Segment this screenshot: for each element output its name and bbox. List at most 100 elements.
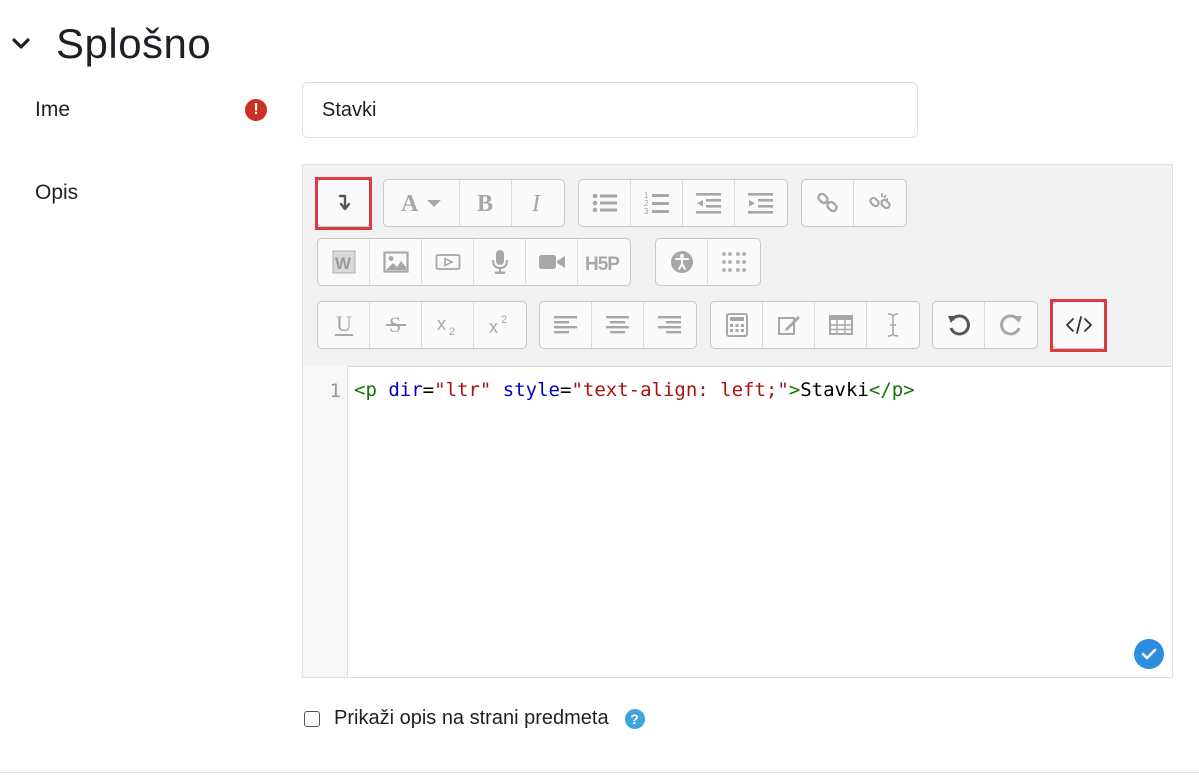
toolbar-group-accessibility	[655, 238, 761, 286]
align-left-button[interactable]	[540, 302, 592, 348]
editor-toolbar: A B I 123 W H5P U S x 2 x 2	[303, 165, 1172, 367]
accessibility-checker-button[interactable]	[656, 239, 708, 285]
align-center-button[interactable]	[592, 302, 644, 348]
ordered-list-icon: 123	[644, 191, 670, 215]
undo-icon	[947, 313, 971, 337]
show-description-label[interactable]: Prikaži opis na strani predmeta	[334, 707, 609, 730]
calculator-icon	[725, 313, 748, 337]
toolbar-group-align	[539, 301, 697, 349]
svg-text:B: B	[477, 191, 493, 216]
redo-button[interactable]	[985, 302, 1037, 348]
align-right-button[interactable]	[644, 302, 696, 348]
edit-button[interactable]	[763, 302, 815, 348]
text-cursor-icon	[886, 312, 900, 338]
description-editor: A B I 123 W H5P U S x 2 x 2 1 <p dir="lt…	[302, 164, 1173, 678]
word-import-button[interactable]: W	[318, 239, 370, 285]
svg-text:x: x	[489, 317, 498, 337]
svg-text:2: 2	[449, 326, 455, 338]
accessibility-icon	[670, 250, 694, 274]
bold-button[interactable]: B	[460, 180, 512, 226]
unordered-list-button[interactable]	[579, 180, 631, 226]
code-line[interactable]: <p dir="ltr" style="text-align: left;">S…	[354, 379, 915, 401]
svg-text:x: x	[437, 314, 446, 334]
section-header[interactable]: Splošno	[8, 14, 211, 74]
italic-icon: I	[530, 190, 546, 216]
code-bracket: >	[788, 379, 801, 401]
h5p-button[interactable]: H5P	[578, 239, 630, 285]
toolbar-group-history	[932, 301, 1038, 349]
superscript-icon: x2	[488, 312, 512, 338]
indent-button[interactable]	[735, 180, 787, 226]
code-tag-open: <p	[354, 379, 377, 401]
word-icon: W	[332, 250, 356, 274]
ordered-list-button[interactable]: 123	[631, 180, 683, 226]
screenreader-helper-button[interactable]	[708, 239, 760, 285]
table-icon	[828, 315, 853, 335]
font-style-icon: A	[397, 190, 447, 216]
svg-text:I: I	[531, 191, 541, 216]
unordered-list-icon	[592, 192, 618, 214]
arrow-down-icon	[336, 192, 352, 214]
align-center-icon	[605, 315, 630, 335]
indent-icon	[748, 192, 774, 214]
h5p-icon: H5P	[585, 251, 623, 273]
name-input[interactable]	[302, 82, 918, 138]
show-description-row: Prikaži opis na strani predmeta ?	[304, 707, 645, 730]
line-number: 1	[329, 380, 341, 402]
toolbar-group-links	[801, 179, 907, 227]
name-label: Ime	[35, 98, 71, 121]
subscript-icon: x2	[436, 312, 460, 338]
font-style-button[interactable]: A	[384, 180, 460, 226]
code-editor[interactable]: 1 <p dir="ltr" style="text-align: left;"…	[303, 366, 1172, 677]
code-equals: =	[559, 379, 572, 401]
chevron-down-icon[interactable]	[8, 31, 34, 57]
code-value-dir: "ltr"	[434, 379, 492, 401]
toolbar-group-style: A B I	[383, 179, 565, 227]
show-description-checkbox[interactable]	[304, 710, 320, 727]
media-icon	[435, 252, 461, 272]
align-left-icon	[553, 315, 578, 335]
code-attr-dir: dir	[388, 379, 423, 401]
underline-button[interactable]: U	[318, 302, 370, 348]
svg-text:H5P: H5P	[585, 254, 620, 273]
subscript-button[interactable]: x2	[422, 302, 474, 348]
code-text: Stavki	[800, 379, 869, 401]
superscript-button[interactable]: x2	[474, 302, 526, 348]
special-char-button[interactable]	[867, 302, 919, 348]
html-source-button[interactable]	[1053, 302, 1105, 348]
equation-button[interactable]	[711, 302, 763, 348]
braille-icon	[721, 251, 747, 273]
outdent-button[interactable]	[683, 180, 735, 226]
edit-icon	[777, 313, 801, 337]
code-tag-close: </p>	[868, 379, 915, 401]
image-button[interactable]	[370, 239, 422, 285]
video-camera-icon	[538, 253, 566, 271]
image-icon	[382, 251, 409, 273]
link-icon	[816, 191, 840, 215]
audio-record-button[interactable]	[474, 239, 526, 285]
toolbar-group-collapse	[317, 179, 371, 227]
toolbar-group-insert	[710, 301, 920, 349]
toolbar-group-source	[1052, 301, 1106, 349]
video-record-button[interactable]	[526, 239, 578, 285]
code-attr-style: style	[502, 379, 560, 401]
table-button[interactable]	[815, 302, 867, 348]
media-button[interactable]	[422, 239, 474, 285]
svg-text:U: U	[336, 312, 352, 336]
svg-text:3: 3	[644, 207, 649, 215]
toolbar-toggle-button[interactable]	[318, 180, 370, 226]
unlink-button[interactable]	[854, 180, 906, 226]
outdent-icon	[695, 192, 722, 214]
section-title: Splošno	[56, 20, 212, 67]
microphone-icon	[491, 249, 509, 275]
strikethrough-button[interactable]: S	[370, 302, 422, 348]
italic-button[interactable]: I	[512, 180, 564, 226]
code-value-style: "text-align: left;"	[571, 379, 789, 401]
exclamation-circle-icon: !	[245, 99, 267, 121]
question-circle-icon[interactable]: ?	[624, 708, 645, 729]
description-label: Opis	[35, 181, 79, 204]
code-icon	[1065, 315, 1093, 335]
svg-text:W: W	[335, 254, 352, 273]
link-button[interactable]	[802, 180, 854, 226]
undo-button[interactable]	[933, 302, 985, 348]
